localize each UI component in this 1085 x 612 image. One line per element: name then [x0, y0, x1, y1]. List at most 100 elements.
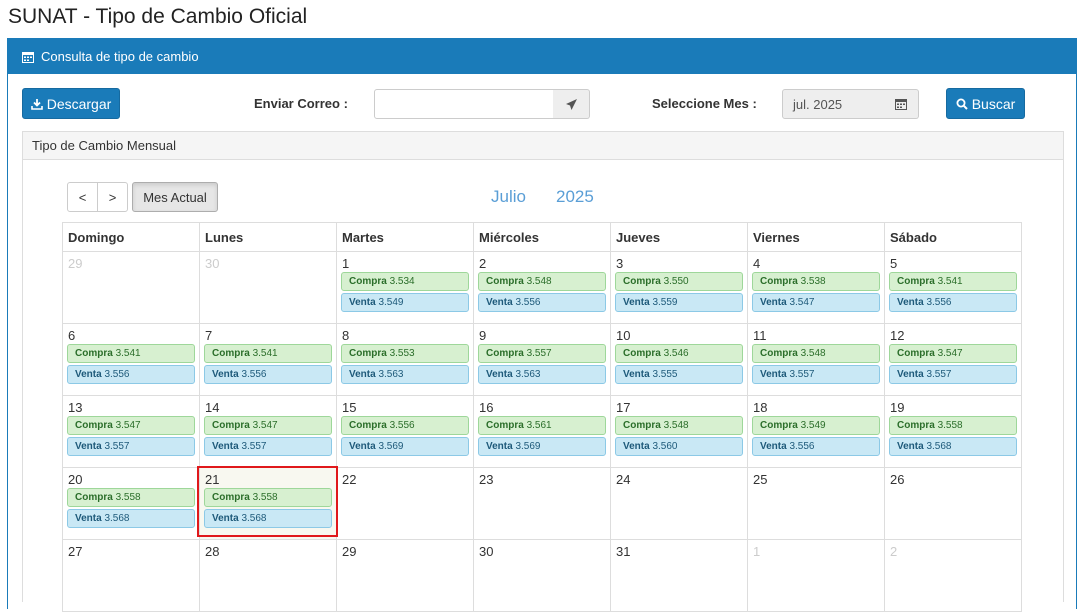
calendar-day-cell[interactable]: 17 Compra 3.548 Venta 3.560: [610, 395, 748, 468]
search-button[interactable]: Buscar: [946, 88, 1025, 119]
venta-rate-event[interactable]: Venta 3.555: [615, 365, 743, 384]
calendar-day-cell[interactable]: 16 Compra 3.561 Venta 3.569: [473, 395, 611, 468]
calendar-day-cell[interactable]: 31: [610, 539, 748, 612]
calendar-day-cell[interactable]: 2: [884, 539, 1022, 612]
compra-rate-event[interactable]: Compra 3.541: [67, 344, 195, 363]
venta-rate-event[interactable]: Venta 3.569: [478, 437, 606, 456]
calendar-day-cell[interactable]: 22: [336, 467, 474, 540]
venta-rate-event[interactable]: Venta 3.557: [752, 365, 880, 384]
compra-rate-event[interactable]: Compra 3.534: [341, 272, 469, 291]
calendar-day-cell[interactable]: 8 Compra 3.553 Venta 3.563: [336, 323, 474, 396]
venta-label: Venta: [212, 513, 239, 524]
calendar-day-cell[interactable]: 11 Compra 3.548 Venta 3.557: [747, 323, 885, 396]
compra-value: 3.549: [800, 420, 826, 431]
compra-rate-event[interactable]: Compra 3.548: [478, 272, 606, 291]
venta-rate-event[interactable]: Venta 3.556: [478, 293, 606, 312]
calendar-day-cell[interactable]: 28: [199, 539, 337, 612]
download-button[interactable]: Descargar: [22, 88, 120, 119]
calendar-day-cell[interactable]: 7 Compra 3.541 Venta 3.556: [199, 323, 337, 396]
venta-rate-event[interactable]: Venta 3.563: [341, 365, 469, 384]
venta-rate-event[interactable]: Venta 3.560: [615, 437, 743, 456]
venta-rate-event[interactable]: Venta 3.547: [752, 293, 880, 312]
calendar-day-cell[interactable]: 1 Compra 3.534 Venta 3.549: [336, 251, 474, 324]
compra-rate-event[interactable]: Compra 3.541: [204, 344, 332, 363]
compra-rate-event[interactable]: Compra 3.557: [478, 344, 606, 363]
venta-rate-event[interactable]: Venta 3.557: [204, 437, 332, 456]
venta-rate-event[interactable]: Venta 3.556: [204, 365, 332, 384]
compra-value: 3.553: [389, 348, 415, 359]
day-number: 30: [205, 256, 220, 271]
compra-rate-event[interactable]: Compra 3.546: [615, 344, 743, 363]
calendar-day-cell[interactable]: 30: [473, 539, 611, 612]
day-number: 14: [205, 400, 220, 415]
next-month-button[interactable]: >: [97, 182, 128, 212]
weekday-header: Jueves: [610, 222, 748, 252]
compra-rate-event[interactable]: Compra 3.548: [752, 344, 880, 363]
calendar-day-cell[interactable]: 25: [747, 467, 885, 540]
compra-rate-event[interactable]: Compra 3.558: [204, 488, 332, 507]
send-email-button[interactable]: [553, 89, 590, 119]
prev-month-button[interactable]: <: [67, 182, 98, 212]
compra-rate-event[interactable]: Compra 3.541: [889, 272, 1017, 291]
calendar-day-cell[interactable]: 24: [610, 467, 748, 540]
calendar-day-cell[interactable]: 21 Compra 3.558 Venta 3.568: [199, 467, 337, 540]
compra-rate-event[interactable]: Compra 3.556: [341, 416, 469, 435]
panel-heading-label: Consulta de tipo de cambio: [41, 49, 199, 64]
calendar-day-cell[interactable]: 3 Compra 3.550 Venta 3.559: [610, 251, 748, 324]
venta-rate-event[interactable]: Venta 3.557: [67, 437, 195, 456]
email-input[interactable]: [374, 89, 554, 119]
calendar-day-cell[interactable]: 27: [62, 539, 200, 612]
venta-label: Venta: [486, 441, 513, 452]
calendar-day-cell[interactable]: 29: [336, 539, 474, 612]
venta-rate-event[interactable]: Venta 3.568: [67, 509, 195, 528]
venta-rate-event[interactable]: Venta 3.563: [478, 365, 606, 384]
calendar-day-cell[interactable]: 20 Compra 3.558 Venta 3.568: [62, 467, 200, 540]
calendar-day-cell[interactable]: 4 Compra 3.538 Venta 3.547: [747, 251, 885, 324]
venta-rate-event[interactable]: Venta 3.568: [204, 509, 332, 528]
compra-rate-event[interactable]: Compra 3.549: [752, 416, 880, 435]
calendar-day-cell[interactable]: 12 Compra 3.547 Venta 3.557: [884, 323, 1022, 396]
calendar-day-cell[interactable]: 5 Compra 3.541 Venta 3.556: [884, 251, 1022, 324]
compra-rate-event[interactable]: Compra 3.553: [341, 344, 469, 363]
venta-rate-event[interactable]: Venta 3.549: [341, 293, 469, 312]
compra-rate-event[interactable]: Compra 3.547: [204, 416, 332, 435]
venta-rate-event[interactable]: Venta 3.569: [341, 437, 469, 456]
venta-rate-event[interactable]: Venta 3.559: [615, 293, 743, 312]
current-month-button[interactable]: Mes Actual: [132, 182, 218, 212]
compra-rate-event[interactable]: Compra 3.547: [67, 416, 195, 435]
calendar-day-cell[interactable]: 6 Compra 3.541 Venta 3.556: [62, 323, 200, 396]
calendar-day-cell[interactable]: 26: [884, 467, 1022, 540]
calendar-day-cell[interactable]: 19 Compra 3.558 Venta 3.568: [884, 395, 1022, 468]
venta-rate-event[interactable]: Venta 3.557: [889, 365, 1017, 384]
calendar-day-cell[interactable]: 15 Compra 3.556 Venta 3.569: [336, 395, 474, 468]
calendar-day-cell[interactable]: 2 Compra 3.548 Venta 3.556: [473, 251, 611, 324]
calendar-day-cell[interactable]: 18 Compra 3.549 Venta 3.556: [747, 395, 885, 468]
compra-value: 3.541: [937, 276, 963, 287]
compra-label: Compra: [75, 492, 113, 503]
venta-rate-event[interactable]: Venta 3.556: [67, 365, 195, 384]
month-picker-button[interactable]: [883, 89, 919, 119]
weekday-header: Domingo: [62, 222, 200, 252]
compra-rate-event[interactable]: Compra 3.538: [752, 272, 880, 291]
compra-rate-event[interactable]: Compra 3.558: [67, 488, 195, 507]
venta-label: Venta: [349, 369, 376, 380]
venta-rate-event[interactable]: Venta 3.556: [889, 293, 1017, 312]
calendar-day-cell[interactable]: 13 Compra 3.547 Venta 3.557: [62, 395, 200, 468]
calendar-month-name: Julio: [491, 187, 526, 206]
venta-rate-event[interactable]: Venta 3.556: [752, 437, 880, 456]
calendar-day-cell[interactable]: 14 Compra 3.547 Venta 3.557: [199, 395, 337, 468]
calendar-day-cell[interactable]: 29: [62, 251, 200, 324]
compra-rate-event[interactable]: Compra 3.548: [615, 416, 743, 435]
venta-rate-event[interactable]: Venta 3.568: [889, 437, 1017, 456]
compra-rate-event[interactable]: Compra 3.547: [889, 344, 1017, 363]
compra-rate-event[interactable]: Compra 3.561: [478, 416, 606, 435]
calendar-day-cell[interactable]: 23: [473, 467, 611, 540]
calendar-day-cell[interactable]: 9 Compra 3.557 Venta 3.563: [473, 323, 611, 396]
calendar-day-cell[interactable]: 1: [747, 539, 885, 612]
calendar-day-cell[interactable]: 30: [199, 251, 337, 324]
compra-rate-event[interactable]: Compra 3.550: [615, 272, 743, 291]
compra-rate-event[interactable]: Compra 3.558: [889, 416, 1017, 435]
day-number: 25: [753, 472, 768, 487]
month-picker-input[interactable]: jul. 2025: [782, 89, 884, 119]
calendar-day-cell[interactable]: 10 Compra 3.546 Venta 3.555: [610, 323, 748, 396]
